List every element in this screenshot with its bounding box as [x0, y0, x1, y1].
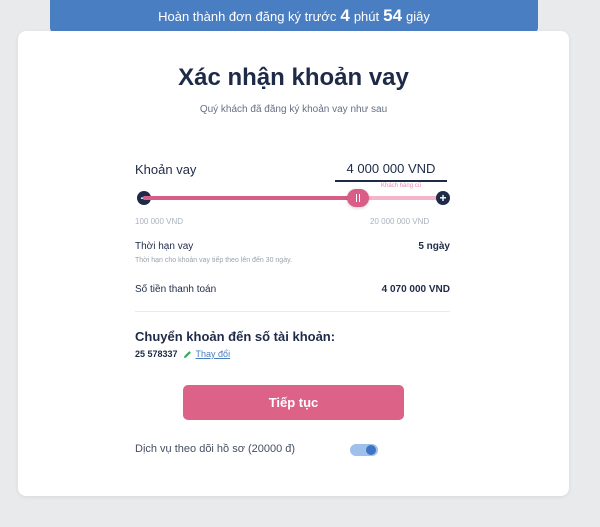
page-subtitle: Quý khách đã đăng ký khoản vay như sau	[199, 104, 388, 115]
transfer-title: Chuyển khoản đến số tài khoản:	[135, 329, 336, 344]
loan-term-note: Thời hạn cho khoản vay tiếp theo lên đến…	[135, 257, 293, 264]
change-account-link[interactable]: Thay đổi	[196, 349, 231, 359]
loan-term-label: Thời hạn vay	[135, 241, 194, 252]
account-number: 25 578337	[135, 349, 178, 359]
divider	[135, 311, 450, 312]
countdown-seconds-unit: giây	[406, 8, 430, 24]
countdown-seconds: 54	[383, 6, 403, 25]
countdown-minutes: 4	[340, 6, 350, 25]
slider-fill	[143, 196, 358, 200]
tracking-service-toggle[interactable]	[350, 444, 378, 456]
account-row: 25 578337 Thay đổi	[135, 349, 230, 359]
countdown-prefix: Hoàn thành đơn đăng ký trước	[158, 8, 337, 24]
payment-label: Số tiền thanh toán	[135, 284, 217, 295]
returning-customer-hint: Khách hàng cũ	[381, 183, 422, 189]
loan-amount-label: Khoản vay	[135, 162, 197, 177]
toggle-knob	[366, 445, 376, 455]
loan-confirmation-card: Xác nhận khoản vay Quý khách đã đăng ký …	[18, 31, 569, 496]
countdown-minutes-unit: phút	[353, 8, 380, 24]
tracking-service-label: Dịch vụ theo dõi hồ sơ (20000 đ)	[135, 443, 296, 455]
pencil-icon[interactable]	[183, 350, 192, 359]
page-title: Xác nhận khoản vay	[178, 64, 409, 91]
slider-thumb[interactable]	[346, 189, 369, 207]
payment-value: 4 070 000 VND	[381, 284, 450, 295]
loan-amount-slider[interactable]	[143, 189, 441, 207]
countdown-banner: Hoàn thành đơn đăng ký trước 4 phút 54 g…	[50, 0, 538, 32]
slider-min-label: 100 000 VND	[135, 217, 184, 226]
continue-button[interactable]: Tiếp tục	[183, 385, 404, 420]
slider-max-label: 20 000 000 VND	[370, 217, 430, 226]
loan-term-value: 5 ngày	[418, 241, 450, 252]
plus-circle-icon[interactable]: +	[436, 191, 450, 205]
loan-amount-field[interactable]: 4 000 000 VND	[335, 158, 447, 182]
